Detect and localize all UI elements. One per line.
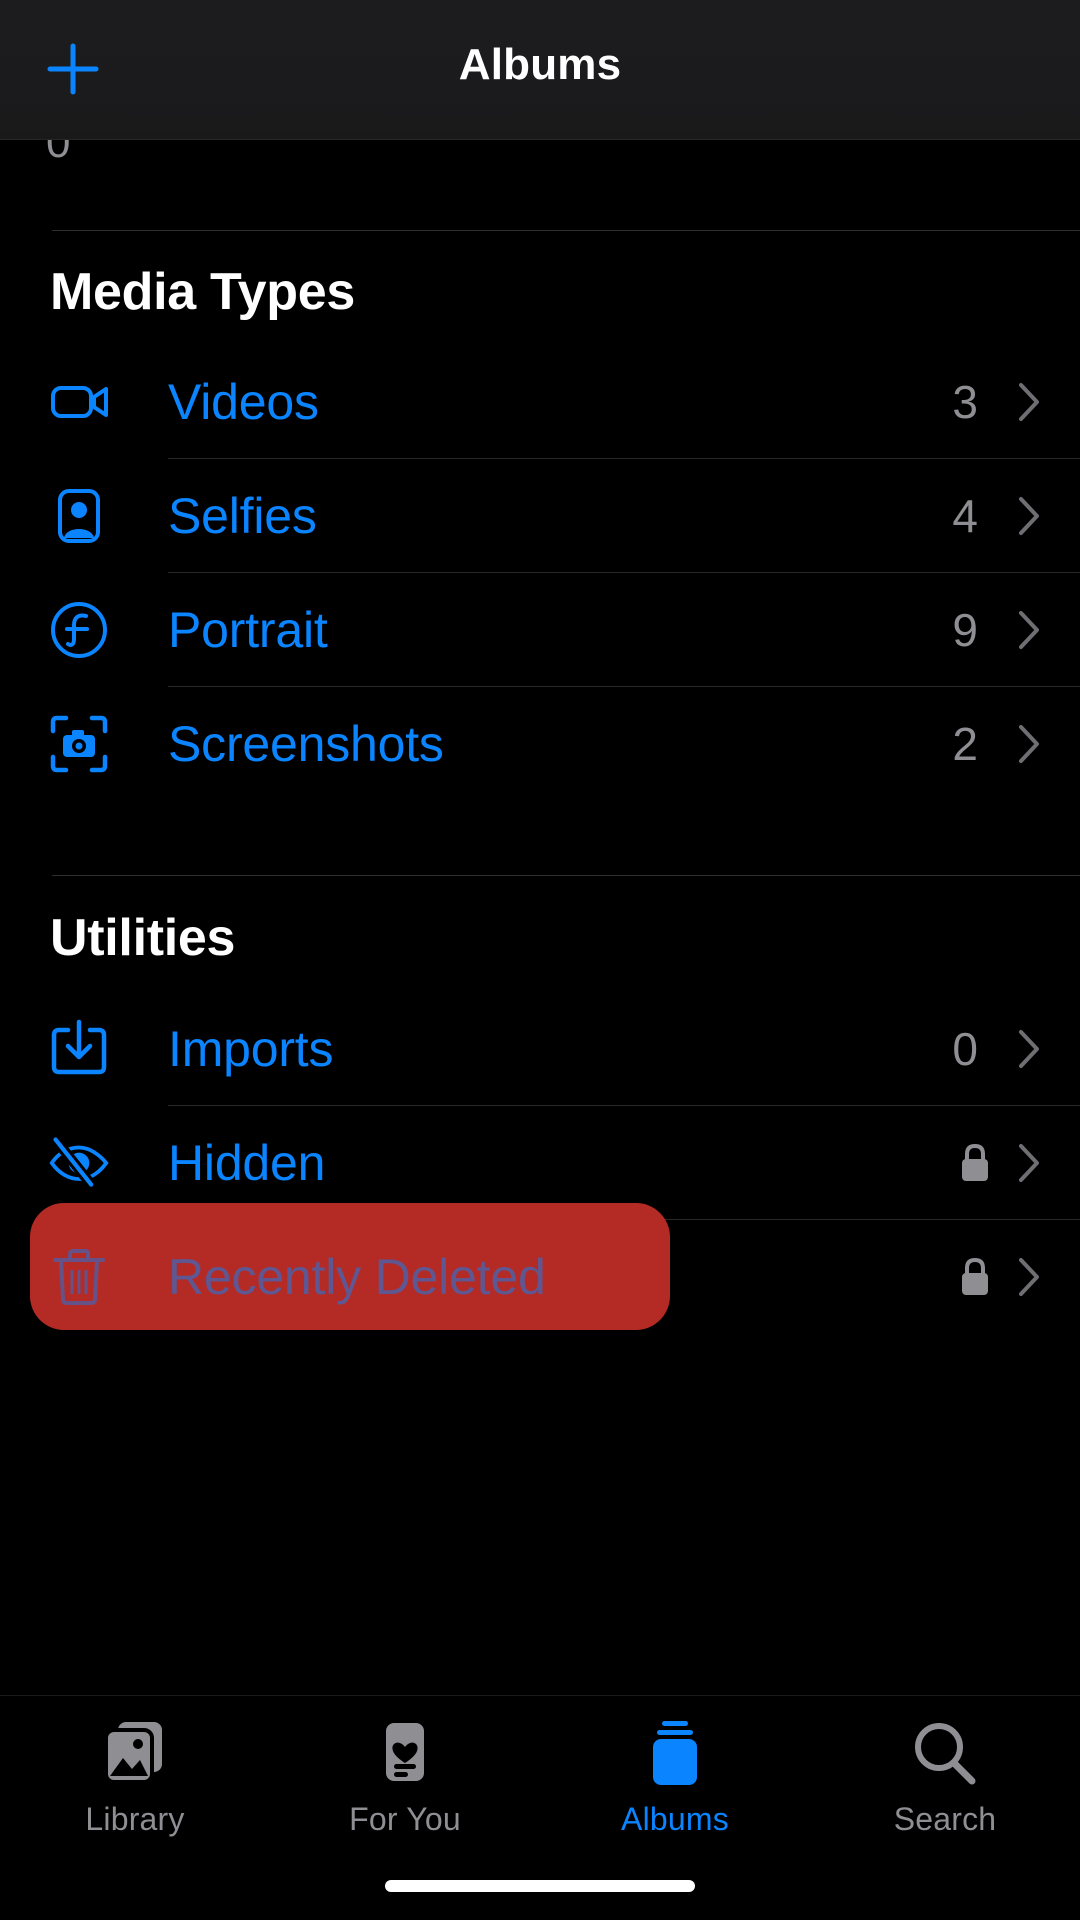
album-row-videos[interactable]: Videos 3 — [0, 345, 1080, 459]
chevron-right-icon — [1014, 1026, 1044, 1072]
person-portrait-icon — [48, 485, 110, 547]
tab-for-you[interactable]: For You — [270, 1717, 540, 1857]
album-label: Imports — [168, 1021, 334, 1077]
albums-stack-icon — [640, 1717, 710, 1791]
section-title-utilities: Utilities — [50, 909, 236, 967]
photo-stack-icon — [96, 1717, 174, 1791]
album-label: Videos — [168, 374, 319, 430]
square-arrow-down-icon — [48, 1018, 110, 1080]
chevron-right-icon — [1014, 1140, 1044, 1186]
album-row-portrait[interactable]: Portrait 9 — [0, 573, 1080, 687]
photos-albums-screen: Albums 0 Media Types Videos 3 Selfies 4 … — [0, 0, 1080, 1920]
page-title: Albums — [458, 40, 622, 89]
magnifier-icon — [910, 1717, 980, 1791]
album-count: 2 — [952, 718, 978, 770]
section-divider — [52, 875, 1080, 876]
chevron-right-icon — [1014, 721, 1044, 767]
camera-viewfinder-icon — [48, 713, 110, 775]
album-label: Portrait — [168, 602, 328, 658]
chevron-right-icon — [1014, 379, 1044, 425]
album-label: Recently Deleted — [168, 1249, 546, 1305]
album-label: Selfies — [168, 488, 317, 544]
section-title-media-types: Media Types — [50, 263, 355, 321]
eye-slash-icon — [48, 1132, 110, 1194]
tab-label: Library — [85, 1801, 185, 1837]
tab-label: For You — [349, 1801, 461, 1837]
albums-scroll-content[interactable]: 0 Media Types Videos 3 Selfies 4 Portrai… — [0, 118, 1080, 1695]
heart-card-icon — [373, 1717, 437, 1791]
album-row-imports[interactable]: Imports 0 — [0, 992, 1080, 1106]
album-count: 3 — [952, 376, 978, 428]
album-label: Screenshots — [168, 716, 444, 772]
navigation-bar: Albums — [0, 0, 1080, 140]
tab-search[interactable]: Search — [810, 1717, 1080, 1857]
lock-icon — [958, 1257, 992, 1297]
tab-label: Search — [893, 1801, 997, 1837]
album-count: 4 — [952, 490, 978, 542]
tab-library[interactable]: Library — [0, 1717, 270, 1857]
chevron-right-icon — [1014, 1254, 1044, 1300]
album-label: Hidden — [168, 1135, 326, 1191]
album-count: 0 — [952, 1023, 978, 1075]
tab-label: Albums — [621, 1801, 729, 1837]
lock-icon — [958, 1143, 992, 1183]
trash-icon — [48, 1246, 110, 1308]
album-row-selfies[interactable]: Selfies 4 — [0, 459, 1080, 573]
album-count: 9 — [952, 604, 978, 656]
album-row-screenshots[interactable]: Screenshots 2 — [0, 687, 1080, 801]
chevron-right-icon — [1014, 493, 1044, 539]
chevron-right-icon — [1014, 607, 1044, 653]
tab-albums[interactable]: Albums — [540, 1717, 810, 1857]
home-indicator — [385, 1880, 695, 1892]
f-aperture-circle-icon — [48, 599, 110, 661]
tab-bar: Library For You Albums Search — [0, 1695, 1080, 1920]
video-camera-icon — [48, 371, 110, 433]
section-divider — [52, 230, 1080, 231]
